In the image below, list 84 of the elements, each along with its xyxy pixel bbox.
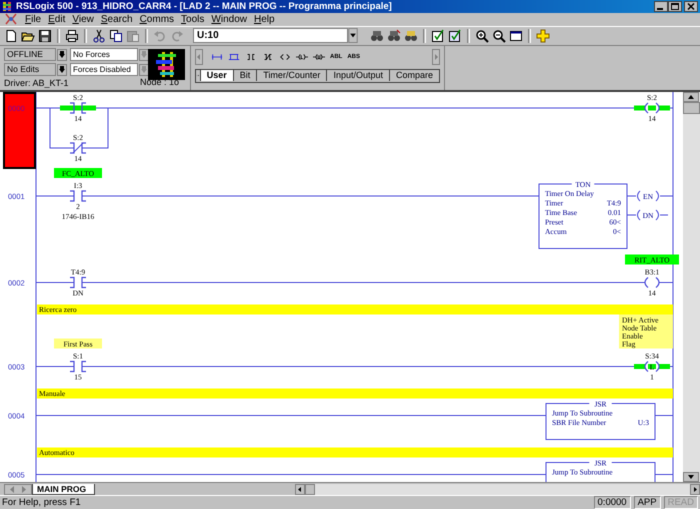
palette-tab[interactable]: User: [200, 70, 233, 82]
rung-wire: [654, 474, 674, 476]
dropdown-arrow-icon[interactable]: [57, 64, 67, 76]
rung-wire: [670, 366, 674, 368]
binoculars-icon[interactable]: [404, 28, 418, 43]
output-coil[interactable]: [634, 102, 670, 114]
menu-item[interactable]: Help: [254, 14, 275, 25]
close-icon[interactable]: [684, 0, 698, 12]
rung-wire: [626, 196, 636, 197]
menu-item[interactable]: File: [25, 14, 42, 25]
maximize-icon[interactable]: [668, 0, 682, 12]
dropdown-arrow-icon[interactable]: [57, 48, 67, 61]
app-icon: [2, 0, 13, 12]
rung-wire: [626, 214, 668, 216]
rung-wire: [36, 282, 74, 284]
mode-dropdown[interactable]: OFFLINE: [4, 48, 56, 62]
window-title: RSLogix 500 - 913_HIDRO_CARR4 - [LAD 2 -- MAIN PROG -- Programma principale]: [16, 0, 392, 12]
unlatch-coil-icon[interactable]: [313, 53, 325, 62]
zoom-in-icon[interactable]: [475, 28, 489, 43]
menu-item[interactable]: Tools: [181, 14, 204, 25]
palette-tab[interactable]: Bit: [232, 70, 256, 82]
scroll-left-icon[interactable]: [295, 484, 306, 495]
menu-item[interactable]: View: [72, 14, 94, 25]
status-field: APP: [634, 496, 661, 509]
rung-wire: [670, 108, 674, 109]
menu-item[interactable]: Window: [211, 14, 247, 25]
menu-item[interactable]: Edit: [48, 14, 66, 25]
status-text: For Help, press F1: [2, 497, 81, 508]
dropdown-arrow-icon[interactable]: [139, 64, 149, 76]
window-icon[interactable]: [509, 28, 523, 43]
open-contact[interactable]: [60, 102, 96, 114]
scrollbar-thumb[interactable]: [683, 102, 700, 114]
driver-label: Driver: AB_KT-1: [4, 78, 69, 88]
palette-tab[interactable]: Input/Output: [326, 70, 389, 82]
subroutine-block[interactable]: [546, 462, 656, 482]
rung-wire: [36, 366, 74, 368]
checklist-icon[interactable]: [431, 28, 445, 43]
scroll-right-icon[interactable]: [690, 484, 700, 495]
menu-item[interactable]: Comms: [140, 14, 174, 25]
address-combo-box[interactable]: U:10: [193, 28, 348, 44]
timer-block[interactable]: [538, 184, 628, 250]
checklist-icon[interactable]: [448, 28, 462, 43]
branch-wire: [50, 108, 108, 149]
rung-wire: [36, 108, 60, 109]
binoculars-icon[interactable]: [387, 28, 401, 43]
open-contact[interactable]: [69, 277, 87, 288]
edits-dropdown[interactable]: No Edits: [4, 63, 56, 76]
ladder-logo-icon: [148, 48, 185, 80]
cut-icon[interactable]: [92, 28, 106, 43]
dropdown-arrow-icon[interactable]: [139, 48, 149, 61]
save-icon[interactable]: [38, 28, 52, 43]
print-icon[interactable]: [65, 28, 79, 43]
coil-icon[interactable]: [279, 53, 291, 62]
open-contact-icon[interactable]: [245, 53, 257, 62]
latch-coil-icon[interactable]: [296, 53, 308, 62]
open-contact[interactable]: [69, 190, 87, 202]
palette-tab[interactable]: Timer/Counter: [256, 70, 326, 82]
forces-status-field[interactable]: Forces Disabled: [70, 63, 138, 76]
branch-icon[interactable]: [211, 53, 223, 62]
status-field: 0:0000: [594, 496, 631, 509]
scrollbar-thumb[interactable]: [305, 484, 316, 495]
minimize-icon[interactable]: [654, 0, 668, 12]
sheet-tab[interactable]: MAIN PROG: [32, 484, 96, 495]
open-contact[interactable]: [69, 361, 87, 372]
forces-field[interactable]: No Forces: [70, 48, 138, 62]
scroll-up-icon[interactable]: [683, 92, 699, 102]
subroutine-block[interactable]: [546, 403, 656, 440]
copy-icon[interactable]: [109, 28, 123, 43]
palette-tab[interactable]: Compare: [388, 70, 439, 82]
output-coil[interactable]: [644, 277, 660, 288]
rung-icon[interactable]: [228, 53, 240, 62]
selected-rung-marker[interactable]: [3, 92, 36, 170]
menu-item[interactable]: Search: [100, 14, 133, 25]
zoom-out-icon[interactable]: [492, 28, 506, 43]
new-file-icon[interactable]: [4, 28, 18, 43]
closed-contact-icon[interactable]: [262, 53, 274, 62]
rung-wire: [654, 415, 674, 416]
rung-wire: [660, 196, 674, 197]
scroll-down-icon[interactable]: [683, 472, 699, 482]
rung-wire: [36, 196, 74, 197]
binoculars-icon[interactable]: [370, 28, 384, 43]
rung-wire: [658, 282, 674, 284]
closed-contact[interactable]: [69, 142, 87, 154]
plus-icon[interactable]: [536, 28, 550, 43]
